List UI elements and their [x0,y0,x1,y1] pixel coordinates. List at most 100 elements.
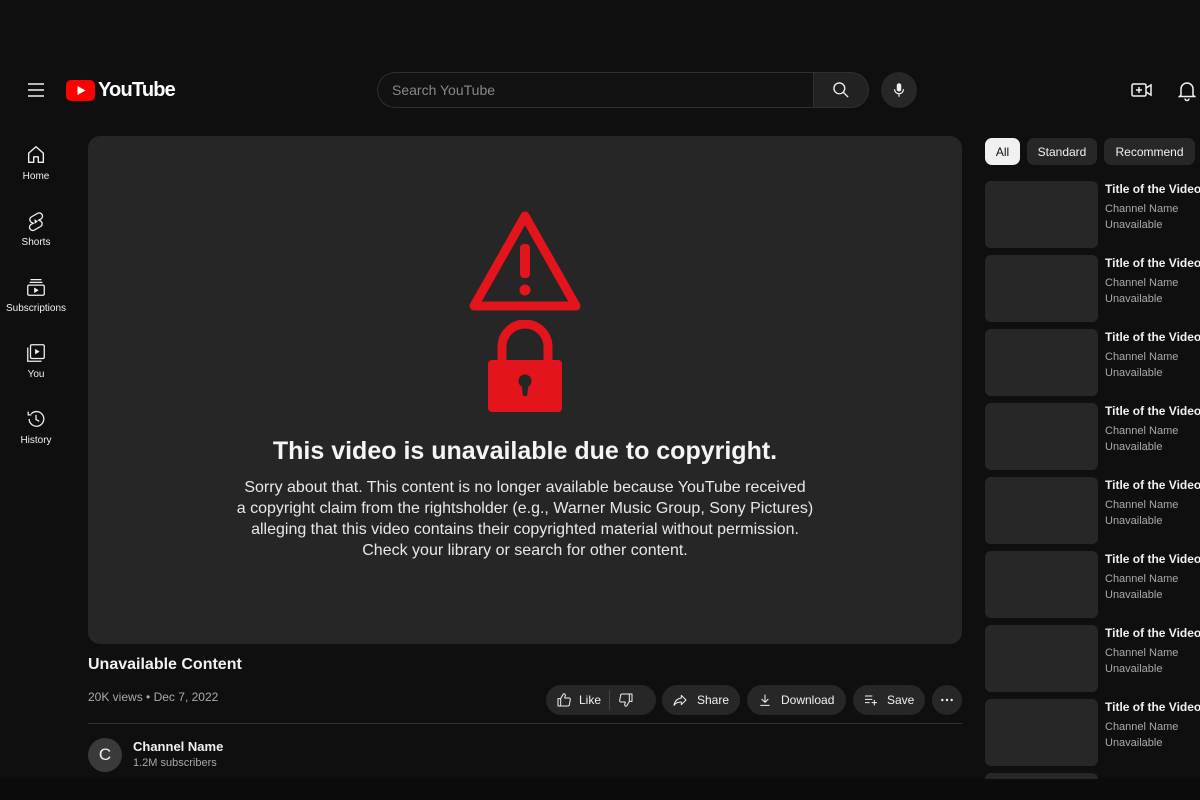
padlock-icon [488,320,562,412]
recommendation-status: Unavailable [1105,293,1163,305]
channel-avatar[interactable]: C [88,738,122,772]
download-icon [760,694,770,706]
recommendation-title[interactable]: Title of the Video [1105,330,1200,344]
recommendation-item[interactable]: Title of the Video Channel Name Unavaila… [985,551,1200,618]
dislike-button[interactable] [618,692,634,708]
save-button[interactable]: Save [853,685,925,715]
recommendation-title[interactable]: Title of the Video [1105,478,1200,492]
error-line: a copyright claim from the rightsholder … [236,500,814,517]
search-input[interactable] [377,72,813,108]
video-thumbnail[interactable] [985,181,1098,248]
recommendation-item[interactable]: Title of the Video Channel Name Unavaila… [985,255,1200,322]
recommendation-channel: Channel Name [1105,203,1179,215]
share-icon [673,694,687,706]
history-icon [27,411,45,427]
recommendation-item[interactable]: Title of the Video Channel Name Unavaila… [985,329,1200,396]
like-divider [609,690,611,710]
video-thumbnail[interactable] [985,625,1098,692]
more-horizontal-icon [941,698,953,702]
download-button[interactable]: Download [747,685,846,715]
video-thumbnail[interactable] [985,329,1098,396]
recommendation-item[interactable]: Title of the Video Channel Name Unavaila… [985,403,1200,470]
video-thumbnail[interactable] [985,773,1098,779]
guide-item-shorts[interactable]: Shorts [0,196,72,262]
thumbs-up-icon [557,693,571,707]
video-thumbnail[interactable] [985,255,1098,322]
recommendation-item[interactable]: Title of the Video Channel Name Unavaila… [985,181,1200,248]
recommendation-channel: Channel Name [1105,425,1179,437]
channel-name[interactable]: Channel Name [133,739,223,754]
create-video-icon[interactable] [1130,78,1154,102]
guide-item-subscriptions[interactable]: Subscriptions [0,262,72,328]
chip-standard[interactable]: Standard [1027,138,1097,165]
more-actions-button[interactable] [932,685,962,715]
recommendation-channel: Channel Name [1105,573,1179,585]
chip-all[interactable]: All [985,138,1020,165]
home-icon [27,146,45,164]
error-title: This video is unavailable due to copyrig… [272,437,778,465]
video-thumbnail[interactable] [985,403,1098,470]
logo-text: YouTube [98,78,176,101]
recommendation-item-partial[interactable] [985,773,1200,779]
menu-icon[interactable] [24,78,48,102]
youtube-play-icon [66,79,95,101]
recommendation-item[interactable]: Title of the Video Channel Name Unavaila… [985,699,1200,766]
recommendation-channel: Channel Name [1105,647,1179,659]
warning-icon [469,211,581,311]
recommendation-channel: Channel Name [1105,499,1179,511]
recommendation-title[interactable]: Title of the Video [1105,256,1200,270]
recommendation-status: Unavailable [1105,589,1163,601]
recommendation-item[interactable]: Title of the Video Channel Name Unavaila… [985,477,1200,544]
guide-item-history[interactable]: History [0,394,72,460]
recommendation-channel: Channel Name [1105,721,1179,733]
video-thumbnail[interactable] [985,551,1098,618]
like-label: Like [579,693,602,707]
video-thumbnail[interactable] [985,699,1098,766]
guide-label: Home [22,171,50,182]
recommendation-title[interactable]: Title of the Video [1105,552,1200,566]
video-thumbnail[interactable] [985,477,1098,544]
recommendation-status: Unavailable [1105,737,1163,749]
top-letterbox [0,0,1200,62]
search-button[interactable] [813,72,869,108]
like-dislike-group: Like [546,685,656,715]
error-line: alleging that this video contains their … [251,521,799,538]
guide-label: Shorts [21,237,51,248]
masthead: YouTube [0,62,1200,118]
share-button[interactable]: Share [662,685,740,715]
save-to-playlist-icon [865,695,877,706]
error-message: Sorry about that. This content is no lon… [88,477,962,561]
recommendation-status: Unavailable [1105,219,1163,231]
like-button[interactable]: Like [556,692,601,708]
bottom-letterbox [0,778,1200,800]
recommendation-title[interactable]: Title of the Video [1105,404,1200,418]
voice-search-button[interactable] [881,72,917,108]
save-label: Save [887,693,915,707]
youtube-logo[interactable]: YouTube [66,78,176,101]
meta-separator: • [146,690,154,704]
recommendation-title[interactable]: Title of the Video [1105,626,1200,640]
upload-date: Dec 7, 2022 [153,690,219,704]
recommendation-title[interactable]: Title of the Video [1105,700,1200,714]
shorts-icon [28,212,44,232]
error-line: Check your library or search for other c… [362,542,688,559]
recommendation-channel: Channel Name [1105,277,1179,289]
error-line: Sorry about that. This content is no lon… [244,479,806,496]
guide-item-home[interactable]: Home [0,130,72,196]
video-meta: 20K views • Dec 7, 2022 [88,690,218,704]
subscriptions-icon [27,279,45,296]
microphone-icon [893,83,905,97]
recommendation-item[interactable]: Title of the Video Channel Name Unavaila… [985,625,1200,692]
subscriber-count: 1.2M subscribers [133,757,217,769]
guide-label: You [27,369,45,380]
thumbs-down-icon [619,693,633,707]
guide-item-you[interactable]: You [0,328,72,394]
guide-label: History [20,435,52,446]
search-box [377,72,869,108]
chip-recommend[interactable]: Recommend [1104,138,1195,165]
video-title: Unavailable Content [88,656,242,673]
you-icon [27,344,45,362]
recommendation-channel: Channel Name [1105,351,1179,363]
recommendation-title[interactable]: Title of the Video [1105,182,1200,196]
notifications-bell-icon[interactable] [1175,78,1199,102]
